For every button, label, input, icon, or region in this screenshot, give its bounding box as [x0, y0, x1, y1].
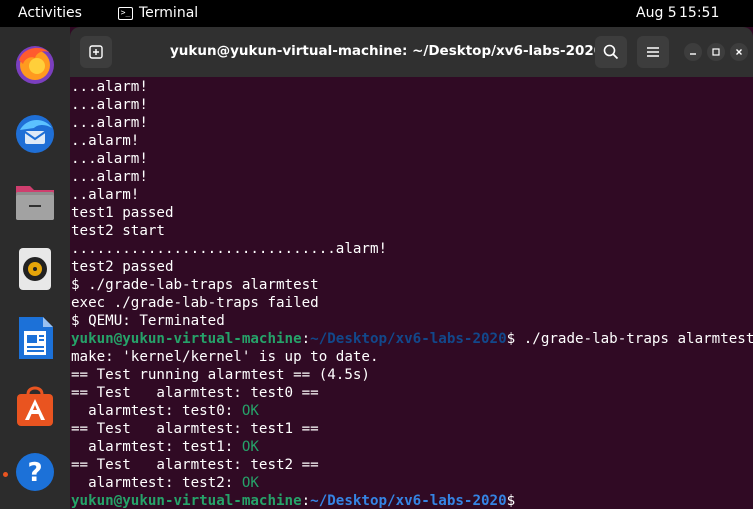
test-header-line: == Test alarmtest: test0 ==: [71, 385, 319, 401]
output-line: make: 'kernel/kernel' is up to date.: [71, 349, 379, 365]
minimize-button[interactable]: [684, 43, 702, 61]
firefox-icon: [16, 46, 54, 84]
output-line: ..alarm!: [71, 187, 140, 203]
dock-firefox[interactable]: [11, 40, 59, 88]
svg-text:?: ?: [27, 458, 42, 488]
prompt-separator: :: [301, 493, 311, 509]
new-tab-button[interactable]: [80, 36, 112, 68]
hamburger-menu-icon: [647, 47, 659, 57]
minimize-icon: [690, 53, 696, 55]
help-icon: ?: [16, 453, 54, 491]
new-tab-icon: [89, 45, 103, 59]
top-bar: Activities >_ Terminal Aug 5 15:51: [0, 0, 753, 27]
test-result-line: alarmtest: test1: OK: [71, 438, 753, 456]
prompt-suffix: $: [506, 493, 516, 509]
output-line: ...alarm!: [71, 79, 148, 95]
prompt-path: ~/Desktop/xv6-labs-2020: [310, 331, 507, 347]
output-line: test2 passed: [71, 259, 174, 275]
output-line: test1 passed: [71, 205, 174, 221]
test-result-ok: OK: [241, 475, 259, 491]
prompt-command: ./grade-lab-traps alarmtest: [523, 331, 753, 347]
output-line: == Test running alarmtest == (4.5s): [71, 367, 370, 383]
rhythmbox-icon: [19, 248, 51, 290]
activities-button[interactable]: Activities: [18, 5, 82, 21]
output-line: ...............................alarm!: [71, 241, 388, 257]
dock-help[interactable]: ?: [11, 448, 59, 496]
app-center-icon: [17, 386, 53, 426]
prompt-user-host: yukun@yukun-virtual-machine: [71, 331, 302, 347]
terminal-output[interactable]: ...alarm! ...alarm! ...alarm! ..alarm! .…: [71, 78, 753, 509]
menu-button[interactable]: [637, 36, 669, 68]
output-line: test2 start: [71, 223, 165, 239]
running-indicator: [3, 472, 8, 477]
test-result-ok: OK: [241, 439, 259, 455]
output-line: ...alarm!: [71, 97, 148, 113]
prompt-user-host: yukun@yukun-virtual-machine: [71, 493, 302, 509]
prompt-line-current: yukun@yukun-virtual-machine:~/Desktop/xv…: [71, 492, 753, 509]
dock-libreoffice-writer[interactable]: [11, 314, 59, 362]
test-result-line: alarmtest: test2: OK: [71, 474, 753, 492]
test-header-line: == Test alarmtest: test2 ==: [71, 457, 319, 473]
prompt-path: ~/Desktop/xv6-labs-2020: [310, 493, 507, 509]
dock-app-center[interactable]: [11, 381, 59, 429]
app-menu[interactable]: >_ Terminal: [118, 5, 198, 21]
thunderbird-icon: [16, 115, 54, 153]
clock-time[interactable]: 15:51: [679, 5, 719, 21]
output-line: ...alarm!: [71, 151, 148, 167]
dock: ?: [0, 27, 70, 509]
close-button[interactable]: [730, 43, 748, 61]
test-result-prefix: alarmtest: test2:: [71, 475, 242, 491]
close-icon: [736, 49, 742, 55]
test-result-line: alarmtest: test0: OK: [71, 402, 753, 420]
maximize-icon: [712, 48, 720, 56]
prompt-line: yukun@yukun-virtual-machine:~/Desktop/xv…: [71, 330, 753, 348]
maximize-button[interactable]: [707, 43, 725, 61]
app-menu-label: Terminal: [139, 5, 199, 21]
output-line: ..alarm!: [71, 133, 140, 149]
search-button[interactable]: [595, 36, 627, 68]
dock-rhythmbox[interactable]: [11, 245, 59, 293]
test-result-prefix: alarmtest: test1:: [71, 439, 242, 455]
files-icon: [16, 186, 54, 220]
test-header-line: == Test alarmtest: test1 ==: [71, 421, 319, 437]
output-line: $ ./grade-lab-traps alarmtest: [71, 277, 319, 293]
dock-files[interactable]: [11, 177, 59, 225]
terminal-window: yukun@yukun-virtual-machine: ~/Desktop/x…: [70, 27, 753, 509]
prompt-suffix: $: [506, 331, 524, 347]
clock-date[interactable]: Aug 5: [636, 5, 677, 21]
window-title: yukun@yukun-virtual-machine: ~/Desktop/x…: [170, 43, 604, 59]
dock-thunderbird[interactable]: [11, 109, 59, 157]
test-result-ok: OK: [241, 403, 259, 419]
output-line: $ QEMU: Terminated: [71, 313, 225, 329]
window-header: yukun@yukun-virtual-machine: ~/Desktop/x…: [70, 27, 753, 77]
search-icon: [603, 44, 619, 60]
test-result-prefix: alarmtest: test0:: [71, 403, 242, 419]
prompt-separator: :: [301, 331, 311, 347]
terminal-app-icon: >_: [118, 6, 133, 20]
output-line: ...alarm!: [71, 115, 148, 131]
output-line: exec ./grade-lab-traps failed: [71, 295, 319, 311]
libreoffice-writer-icon: [19, 317, 53, 359]
output-line: ...alarm!: [71, 169, 148, 185]
